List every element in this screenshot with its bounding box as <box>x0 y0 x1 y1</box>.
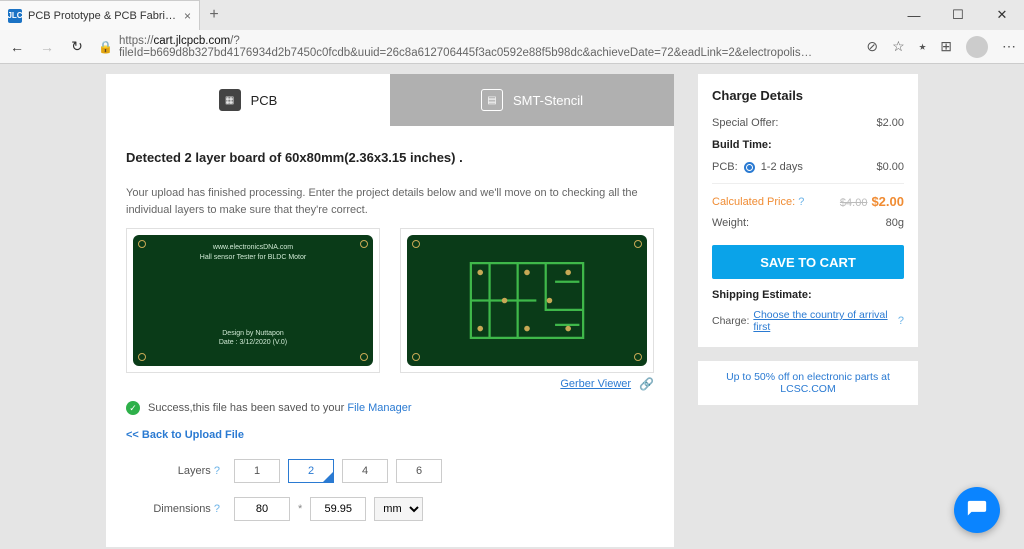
lock-icon: 🔒 <box>98 40 113 54</box>
layers-1-option[interactable]: 1 <box>234 459 280 483</box>
choose-country-link[interactable]: Choose the country of arrival first <box>753 309 894 333</box>
tab-stencil-label: SMT-Stencil <box>513 93 583 108</box>
layers-4-option[interactable]: 4 <box>342 459 388 483</box>
width-input[interactable] <box>234 497 290 521</box>
stencil-icon: ▤ <box>481 89 503 111</box>
special-offer-value: $2.00 <box>876 117 904 129</box>
upload-description: Your upload has finished processing. Ent… <box>126 185 654 218</box>
back-button[interactable]: ← <box>8 39 26 55</box>
close-tab-icon[interactable]: × <box>184 9 191 23</box>
info-icon[interactable]: ? <box>898 315 904 327</box>
external-link-icon: 🔗 <box>639 377 654 391</box>
close-window-button[interactable]: ✕ <box>980 0 1024 30</box>
shipping-charge-label: Charge: <box>712 315 749 327</box>
layers-label: Layers ? <box>126 465 226 477</box>
browser-tab[interactable]: JLC PCB Prototype & PCB Fabricati… × <box>0 0 200 30</box>
chat-button[interactable] <box>954 487 1000 533</box>
success-message: ✓ Success,this file has been saved to yo… <box>126 401 654 415</box>
new-price: $2.00 <box>871 194 904 209</box>
tab-pcb-label: PCB <box>251 93 278 108</box>
special-offer-label: Special Offer: <box>712 117 778 129</box>
pcb-front-preview[interactable]: www.electronicsDNA.com Hall sensor Teste… <box>126 228 380 373</box>
promo-link[interactable]: Up to 50% off on electronic parts at LCS… <box>726 371 890 395</box>
refresh-button[interactable]: ↻ <box>68 38 86 55</box>
file-manager-link[interactable]: File Manager <box>347 402 411 414</box>
calc-price-label: Calculated Price: <box>712 196 795 208</box>
minimize-button[interactable]: — <box>892 0 936 30</box>
unit-select[interactable]: mm <box>374 497 423 521</box>
new-tab-button[interactable]: + <box>200 0 228 30</box>
tab-stencil[interactable]: ▤ SMT-Stencil <box>390 74 674 126</box>
pcb-icon: ▦ <box>219 89 241 111</box>
more-icon[interactable]: ⋯ <box>1002 38 1016 55</box>
forward-button[interactable]: → <box>38 39 56 55</box>
gerber-viewer-link[interactable]: Gerber Viewer <box>560 378 631 390</box>
collections-icon[interactable]: ⊞ <box>940 38 952 55</box>
charge-title: Charge Details <box>712 88 904 103</box>
favicon: JLC <box>8 9 22 23</box>
address-bar: ← → ↻ 🔒 https://cart.jlcpcb.com/?fileId=… <box>0 30 1024 64</box>
pcb-time-price: $0.00 <box>876 161 904 173</box>
favorites-icon[interactable]: ⭑ <box>919 38 927 55</box>
weight-label: Weight: <box>712 217 749 229</box>
old-price: $4.00 <box>840 197 868 209</box>
pcb-back-preview[interactable] <box>400 228 654 373</box>
titlebar: JLC PCB Prototype & PCB Fabricati… × + —… <box>0 0 1024 30</box>
info-icon: ? <box>214 503 220 515</box>
url-input[interactable]: 🔒 https://cart.jlcpcb.com/?fileId=b669d8… <box>98 35 854 59</box>
info-icon: ? <box>214 465 220 477</box>
pcb-days: 1-2 days <box>761 161 803 173</box>
height-input[interactable] <box>310 497 366 521</box>
charge-details-card: Charge Details Special Offer: $2.00 Build… <box>698 74 918 347</box>
tab-pcb[interactable]: ▦ PCB <box>106 74 390 126</box>
profile-avatar[interactable] <box>966 36 988 58</box>
tab-title: PCB Prototype & PCB Fabricati… <box>28 10 178 22</box>
check-icon: ✓ <box>126 401 140 415</box>
save-to-cart-button[interactable]: SAVE TO CART <box>712 245 904 279</box>
info-icon[interactable]: ? <box>798 196 804 208</box>
detected-text: Detected 2 layer board of 60x80mm(2.36x3… <box>126 150 654 165</box>
layers-6-option[interactable]: 6 <box>396 459 442 483</box>
back-to-upload-link[interactable]: << Back to Upload File <box>126 429 654 441</box>
shipping-estimate-label: Shipping Estimate: <box>712 289 904 301</box>
dimensions-label: Dimensions ? <box>126 503 226 515</box>
weight-value: 80g <box>886 217 904 229</box>
pcb-time-label: PCB: <box>712 161 738 173</box>
reader-icon[interactable]: ⊘ <box>866 38 878 55</box>
build-time-radio[interactable] <box>744 162 755 173</box>
star-icon[interactable]: ☆ <box>892 38 905 55</box>
layers-2-option[interactable]: 2 <box>288 459 334 483</box>
build-time-label: Build Time: <box>712 139 904 151</box>
promo-banner: Up to 50% off on electronic parts at LCS… <box>698 361 918 405</box>
order-panel: ▦ PCB ▤ SMT-Stencil Detected 2 layer boa… <box>106 74 674 547</box>
maximize-button[interactable]: ☐ <box>936 0 980 30</box>
